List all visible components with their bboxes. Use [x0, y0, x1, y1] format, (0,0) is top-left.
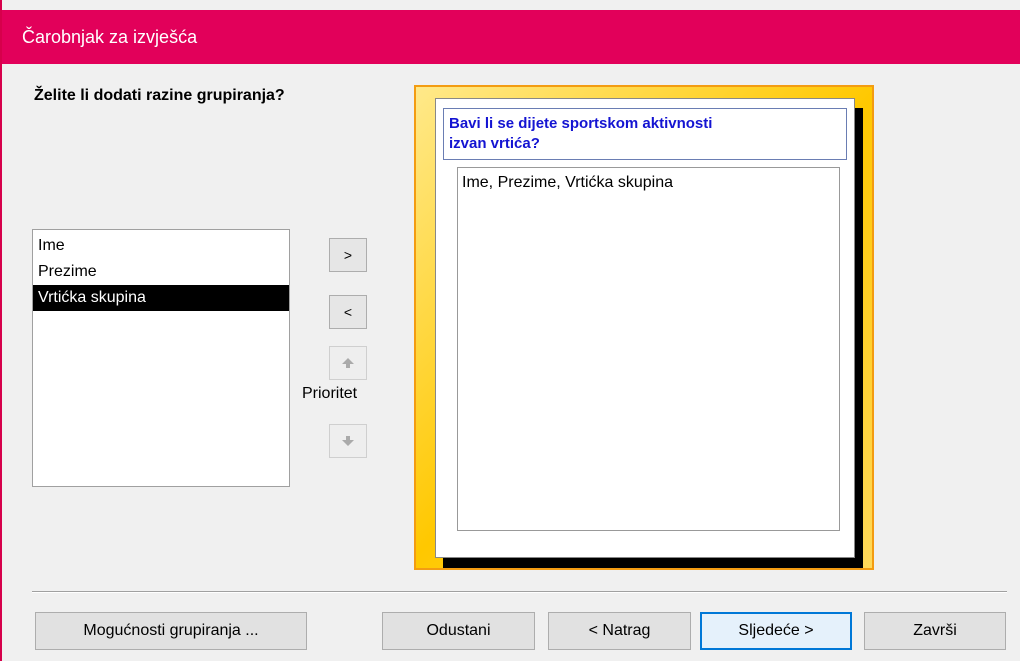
list-item[interactable]: Vrtićka skupina [33, 285, 289, 311]
remove-grouping-button[interactable]: < [329, 295, 367, 329]
list-item[interactable]: Prezime [33, 259, 289, 285]
priority-down-button[interactable] [329, 424, 367, 458]
priority-label: Prioritet [302, 385, 358, 402]
priority-up-button[interactable] [329, 346, 367, 380]
list-item[interactable]: Ime [33, 233, 289, 259]
report-wizard-window: Čarobnjak za izvješća Želite li dodati r… [0, 0, 1020, 661]
group-header-line: izvan vrtića? [449, 135, 540, 152]
preview-detail-fields: Ime, Prezime, Vrtićka skupina [457, 167, 840, 531]
window-title: Čarobnjak za izvješća [2, 10, 1020, 64]
group-header-line: Bavi li se dijete sportskom aktivnosti [449, 115, 713, 132]
next-button[interactable]: Sljedeće > [700, 612, 852, 650]
divider [32, 591, 1007, 593]
grouping-options-button[interactable]: Mogućnosti grupiranja ... [35, 612, 307, 650]
back-button[interactable]: < Natrag [548, 612, 691, 650]
down-arrow-icon [342, 436, 354, 446]
question-label: Želite li dodati razine grupiranja? [34, 87, 285, 104]
cancel-button[interactable]: Odustani [382, 612, 535, 650]
available-fields-list[interactable]: Ime Prezime Vrtićka skupina [32, 229, 290, 487]
up-arrow-icon [342, 358, 354, 368]
preview-group-header: Bavi li se dijete sportskom aktivnosti i… [443, 108, 847, 160]
add-grouping-button[interactable]: > [329, 238, 367, 272]
finish-button[interactable]: Završi [864, 612, 1006, 650]
